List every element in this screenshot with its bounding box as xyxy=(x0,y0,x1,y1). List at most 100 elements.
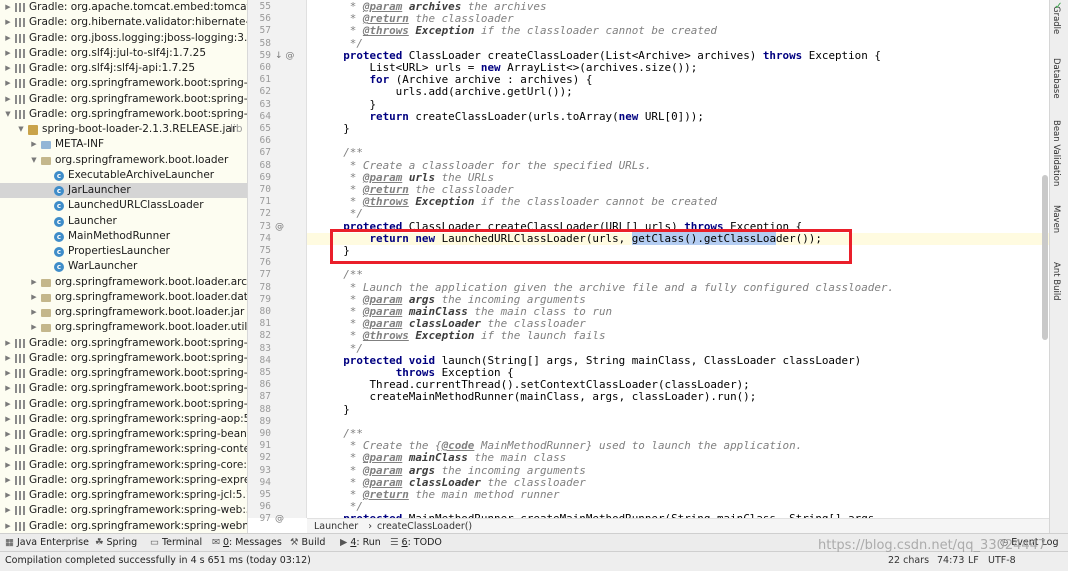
tree-item[interactable]: ▶ Gradle: org.jboss.logging:jboss-logging… xyxy=(0,31,247,46)
tree-item[interactable]: ▶ Gradle: org.springframework.boot:spring… xyxy=(0,366,247,381)
chevron-right-icon[interactable]: ▶ xyxy=(3,519,13,534)
chevron-right-icon[interactable]: ▶ xyxy=(3,351,13,366)
code-line[interactable]: createMainMethodRunner(mainClass, args, … xyxy=(317,391,756,403)
line-number: 77 xyxy=(259,269,271,281)
tree-item[interactable]: ▶ Gradle: org.slf4j:jul-to-slf4j:1.7.25 xyxy=(0,46,247,61)
tool-tab-maven[interactable]: Maven xyxy=(1051,205,1061,233)
tree-item[interactable]: ▼ Gradle: org.springframework.boot:spring… xyxy=(0,107,247,122)
tree-item[interactable]: c WarLauncher xyxy=(0,259,247,274)
chevron-right-icon[interactable]: ▶ xyxy=(3,503,13,518)
tool-tab-bean-validation[interactable]: Bean Validation xyxy=(1051,120,1061,186)
tree-item[interactable]: ▶ Gradle: org.springframework:spring-jcl:… xyxy=(0,488,247,503)
tree-item[interactable]: ▶ Gradle: org.apache.tomcat.embed:tomcat-… xyxy=(0,0,247,15)
override-marker-icon[interactable]: @ xyxy=(275,514,284,524)
line-number: 83 xyxy=(259,342,271,354)
library-icon xyxy=(15,64,25,73)
code-token: * xyxy=(317,463,363,477)
tree-item[interactable]: ▶ Gradle: org.springframework.boot:spring… xyxy=(0,336,247,351)
chevron-right-icon[interactable]: ▶ xyxy=(3,336,13,351)
library-icon xyxy=(15,338,25,348)
chevron-right-icon[interactable]: ▶ xyxy=(29,290,39,305)
chevron-right-icon[interactable]: ▶ xyxy=(29,137,39,152)
chevron-right-icon[interactable]: ▶ xyxy=(3,15,13,30)
breadcrumb-class[interactable]: Launcher xyxy=(314,521,358,532)
override-marker-icon[interactable]: @ xyxy=(275,222,284,232)
tree-item[interactable]: ▶ Gradle: org.springframework:spring-core… xyxy=(0,458,247,473)
status-caret-position[interactable]: 74:73 xyxy=(937,552,964,570)
tool-run[interactable]: ▶ 4: Run xyxy=(340,534,381,552)
code-token: the classloader xyxy=(408,12,514,26)
tree-item[interactable]: ▶ Gradle: org.springframework:spring-webm… xyxy=(0,519,247,534)
tool-java-enterprise[interactable]: ▦ Java Enterprise xyxy=(5,534,89,552)
code-line[interactable]: * @throws Exception if the classloader c… xyxy=(317,196,717,208)
line-number: 59 xyxy=(259,49,271,61)
chevron-down-icon[interactable]: ▼ xyxy=(16,122,26,137)
chevron-right-icon[interactable]: ▶ xyxy=(3,442,13,457)
chevron-right-icon[interactable]: ▶ xyxy=(3,381,13,396)
tree-item[interactable]: ▶ Gradle: org.slf4j:slf4j-api:1.7.25 xyxy=(0,61,247,76)
tree-item[interactable]: ▶ Gradle: org.springframework:spring-aop:… xyxy=(0,412,247,427)
tree-item[interactable]: ▶ Gradle: org.springframework.boot:spring… xyxy=(0,351,247,366)
chevron-right-icon[interactable]: ▶ xyxy=(3,61,13,76)
status-line-separator[interactable]: LF xyxy=(968,552,979,570)
chevron-down-icon[interactable]: ▼ xyxy=(29,153,39,168)
tree-item[interactable]: ▶ Gradle: org.springframework.boot:spring… xyxy=(0,397,247,412)
chevron-right-icon[interactable]: ▶ xyxy=(29,305,39,320)
tool-terminal[interactable]: ▭ Terminal xyxy=(150,534,202,552)
chevron-right-icon[interactable]: ▶ xyxy=(3,397,13,412)
breadcrumb-method[interactable]: createClassLoader() xyxy=(377,521,472,532)
chevron-right-icon[interactable]: ▶ xyxy=(3,31,13,46)
code-line[interactable]: } xyxy=(317,122,350,135)
tree-item[interactable]: ▶ Gradle: org.springframework:spring-cont… xyxy=(0,442,247,457)
code-line[interactable]: * @throws Exception if the classloader c… xyxy=(317,25,717,37)
tree-item[interactable]: ▶ Gradle: org.springframework:spring-bean… xyxy=(0,427,247,442)
tree-item[interactable]: ▶ Gradle: org.springframework.boot:spring… xyxy=(0,381,247,396)
chevron-right-icon[interactable]: ▶ xyxy=(3,0,13,15)
tool-build[interactable]: ⚒ Build xyxy=(290,534,325,552)
chevron-right-icon[interactable]: ▶ xyxy=(29,320,39,335)
override-marker-icon[interactable]: ↓ @ xyxy=(275,51,294,61)
chevron-right-icon[interactable]: ▶ xyxy=(3,488,13,503)
tree-item[interactable]: c JarLauncher xyxy=(0,183,247,199)
tool-tab-ant-build[interactable]: Ant Build xyxy=(1051,262,1061,301)
tree-item[interactable]: ▶ Gradle: org.hibernate.validator:hiberna… xyxy=(0,15,247,30)
chevron-right-icon[interactable]: ▶ xyxy=(3,366,13,381)
tree-item[interactable]: ▶ Gradle: org.springframework.boot:spring… xyxy=(0,92,247,107)
library-icon xyxy=(15,369,25,378)
tree-item[interactable]: ▶ Gradle: org.springframework:spring-web:… xyxy=(0,503,247,518)
tree-item[interactable]: c ExecutableArchiveLauncher xyxy=(0,168,247,183)
chevron-right-icon[interactable]: ▶ xyxy=(3,92,13,107)
code-token: * xyxy=(317,451,363,465)
tool-messages[interactable]: ✉ 0: Messages xyxy=(212,534,282,552)
tool-todo[interactable]: ☰ 6: TODO xyxy=(390,534,442,552)
tree-item[interactable]: c PropertiesLauncher xyxy=(0,244,247,259)
chevron-right-icon[interactable]: ▶ xyxy=(3,473,13,488)
tree-item[interactable]: ▶ org.springframework.boot.loader.data xyxy=(0,290,247,305)
tree-item[interactable]: ▶ Gradle: org.springframework:spring-expr… xyxy=(0,473,247,488)
code-line[interactable]: } xyxy=(317,403,350,416)
library-icon xyxy=(15,3,25,12)
tree-item[interactable]: ▶ Gradle: org.springframework.boot:spring… xyxy=(0,76,247,91)
tree-item[interactable]: ▼ spring-boot-loader-2.1.3.RELEASE.jar li… xyxy=(0,122,247,137)
chevron-right-icon[interactable]: ▶ xyxy=(3,76,13,91)
tool-tab-database[interactable]: Database xyxy=(1051,58,1061,99)
tree-item[interactable]: c Launcher xyxy=(0,214,247,229)
line-number: 87 xyxy=(259,391,271,403)
chevron-right-icon[interactable]: ▶ xyxy=(29,275,39,290)
status-encoding[interactable]: UTF-8 xyxy=(988,552,1016,570)
editor-scrollbar[interactable] xyxy=(1042,175,1048,340)
tree-item[interactable]: ▶ org.springframework.boot.loader.util xyxy=(0,320,247,335)
tree-item[interactable]: ▼ org.springframework.boot.loader xyxy=(0,153,247,168)
code-line[interactable]: return createClassLoader(urls.toArray(ne… xyxy=(317,110,703,123)
tree-item[interactable]: c LaunchedURLClassLoader xyxy=(0,198,247,213)
tree-item[interactable]: ▶ org.springframework.boot.loader.archi xyxy=(0,275,247,290)
chevron-right-icon[interactable]: ▶ xyxy=(3,427,13,442)
chevron-right-icon[interactable]: ▶ xyxy=(3,458,13,473)
chevron-right-icon[interactable]: ▶ xyxy=(3,46,13,61)
tool-spring[interactable]: ☘ Spring xyxy=(95,534,137,552)
tree-item[interactable]: c MainMethodRunner xyxy=(0,229,247,244)
tree-item[interactable]: ▶ org.springframework.boot.loader.jar xyxy=(0,305,247,320)
chevron-right-icon[interactable]: ▶ xyxy=(3,412,13,427)
tree-item[interactable]: ▶ META-INF xyxy=(0,137,247,152)
chevron-down-icon[interactable]: ▼ xyxy=(3,107,13,122)
